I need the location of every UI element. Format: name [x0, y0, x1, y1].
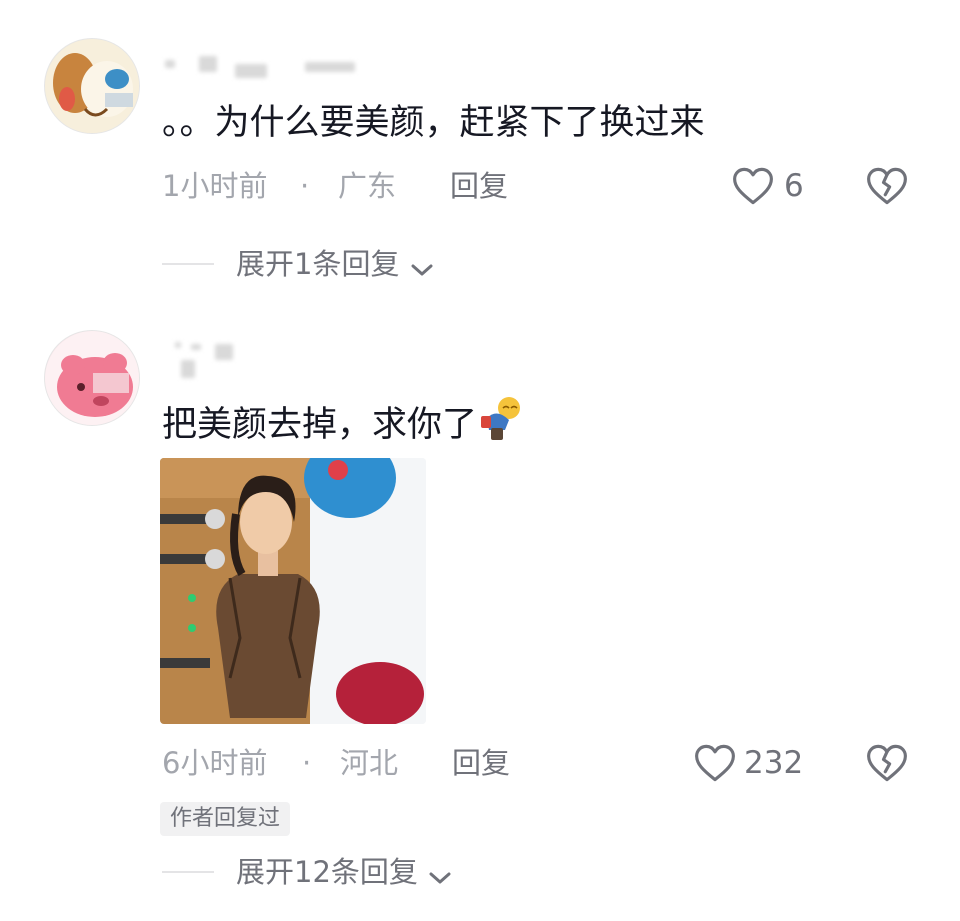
expand-divider — [162, 871, 214, 873]
dislike-button[interactable] — [866, 743, 908, 783]
pink-cartoon-avatar-icon — [45, 331, 139, 425]
dislike-button[interactable] — [866, 166, 908, 206]
expand-replies-button[interactable]: 展开12条回复 — [236, 854, 451, 890]
like-button[interactable]: 6 — [732, 164, 812, 208]
woman-reaction-image — [160, 458, 426, 724]
expand-divider — [162, 263, 214, 265]
comment-text-content: 把美颜去掉，求你了 — [162, 405, 478, 445]
username-redacted[interactable] — [165, 342, 245, 382]
bowing-person-emoji-icon — [481, 397, 521, 440]
cartoon-dog-avatar-icon — [45, 39, 139, 133]
comment-location: 河北 — [340, 746, 399, 780]
comment-time: 1小时前 — [162, 169, 268, 203]
comment-location: 广东 — [338, 169, 397, 203]
comment-item: 。。为什么要美颜，赶紧下了换过来 1小时前 · 广东 回复 6 展开1条回复 — [0, 0, 960, 300]
comment-text: 把美颜去掉，求你了 — [162, 396, 523, 447]
comment-item: 把美颜去掉，求你了 6小时前 · 河北 回复 232 作者回复过 展开12条回复 — [0, 300, 960, 921]
like-count: 232 — [744, 745, 804, 781]
chevron-down-icon — [411, 264, 433, 275]
heart-icon — [695, 744, 735, 782]
broken-heart-icon — [867, 744, 907, 782]
meme-image[interactable] — [160, 458, 426, 724]
like-count: 6 — [784, 168, 804, 204]
expand-replies-label: 展开12条回复 — [236, 855, 418, 889]
broken-heart-icon — [867, 167, 907, 205]
avatar[interactable] — [44, 330, 140, 426]
reply-button[interactable]: 回复 — [452, 745, 510, 781]
avatar[interactable] — [44, 38, 140, 134]
meta-separator: · — [300, 169, 310, 203]
chevron-down-icon — [429, 872, 451, 883]
expand-replies-button[interactable]: 展开1条回复 — [236, 246, 433, 282]
reply-button[interactable]: 回复 — [450, 168, 508, 204]
username-redacted[interactable] — [165, 54, 355, 78]
meta-separator: · — [302, 746, 312, 780]
comment-text: 。。为什么要美颜，赶紧下了换过来 — [162, 103, 705, 143]
like-button[interactable]: 232 — [694, 741, 814, 785]
heart-icon — [733, 167, 773, 205]
expand-replies-label: 展开1条回复 — [236, 247, 400, 281]
comment-time: 6小时前 — [162, 746, 268, 780]
author-replied-badge: 作者回复过 — [160, 802, 291, 836]
